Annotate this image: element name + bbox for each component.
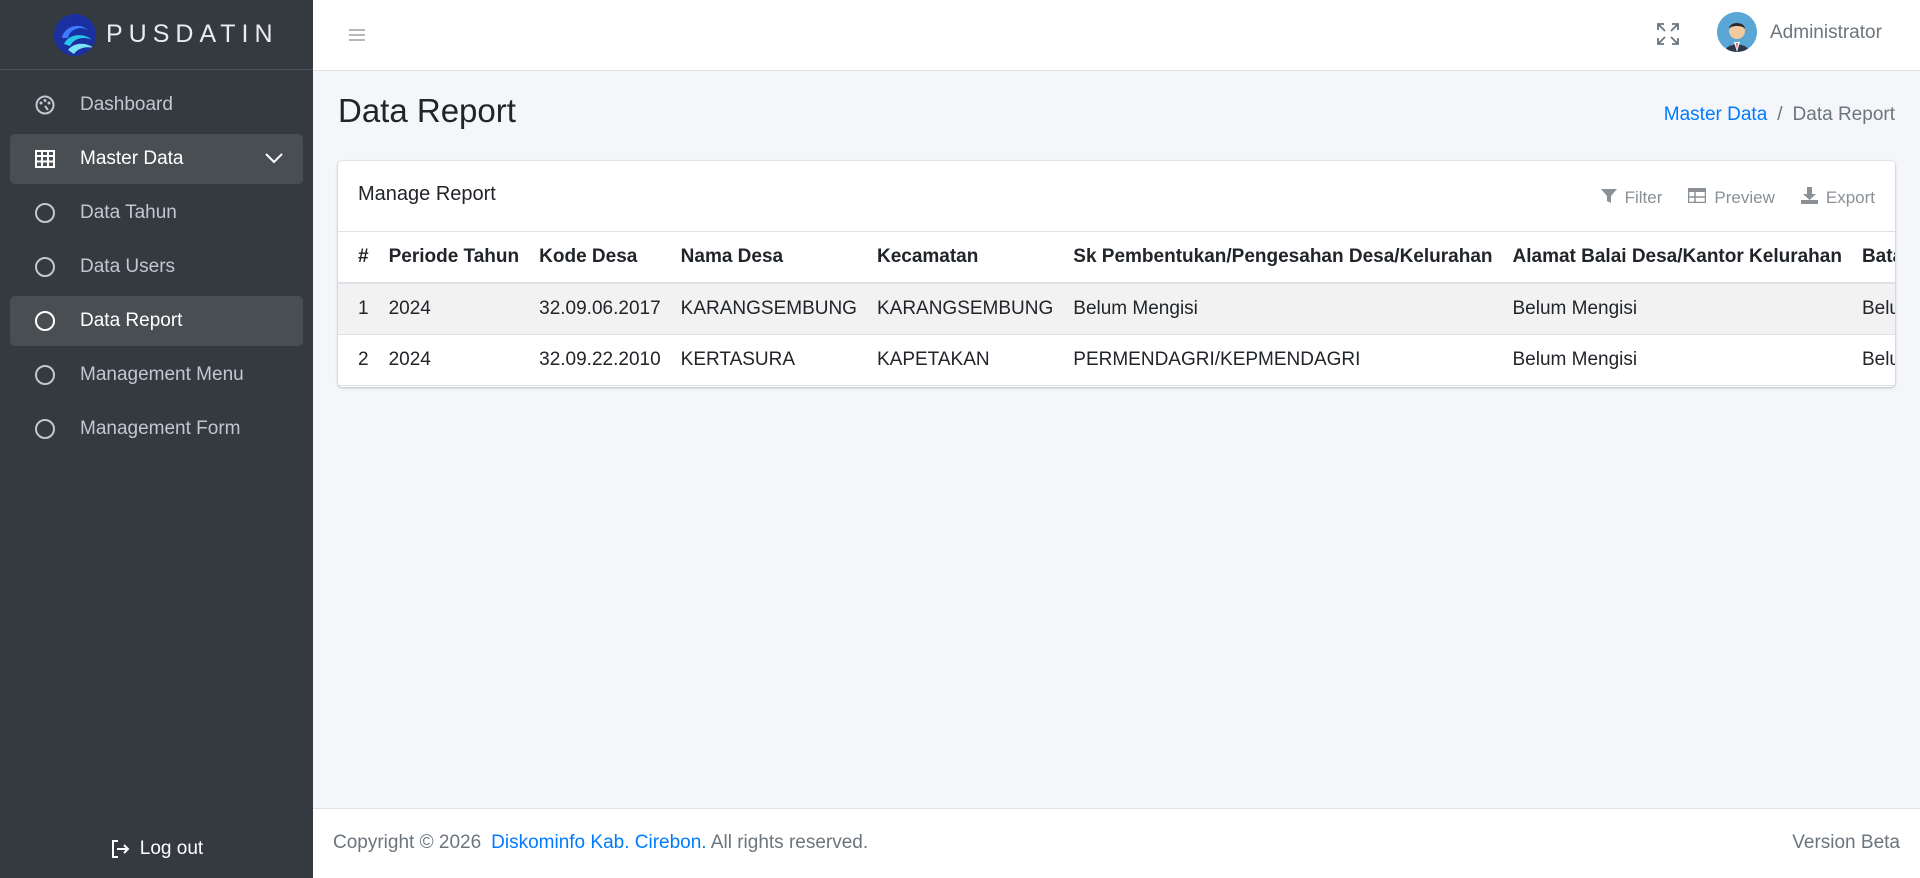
avatar[interactable]: [1717, 12, 1757, 52]
page-title: Data Report: [338, 92, 516, 129]
breadcrumb-master-data[interactable]: Master Data: [1664, 104, 1767, 126]
sidebar-item-label: Dashboard: [80, 94, 173, 115]
table-cell: KERTASURA: [670, 334, 867, 386]
circle-icon: [35, 257, 55, 277]
sidebar-item-dashboard[interactable]: Dashboard: [10, 80, 303, 130]
card-title: Manage Report: [358, 183, 496, 205]
sidebar-item-label: Data Tahun: [80, 202, 177, 223]
export-button[interactable]: Export: [1800, 187, 1875, 209]
logout-button[interactable]: Log out: [0, 838, 313, 860]
column-header[interactable]: Batas Utara: [1851, 232, 1895, 284]
filter-button[interactable]: Filter: [1600, 187, 1663, 209]
hamburger-icon[interactable]: [349, 25, 365, 45]
column-header[interactable]: Sk Pembentukan/Pengesahan Desa/Kelurahan: [1063, 232, 1503, 284]
table-icon: [34, 148, 56, 170]
brand[interactable]: PUSDATIN: [0, 0, 313, 70]
table-header-row: # Periode Tahun Kode Desa Nama Desa Keca…: [338, 232, 1895, 284]
sidebar-item-label: Data Report: [80, 310, 183, 331]
sidebar-item-label: Management Menu: [80, 364, 244, 385]
table-cell: 1: [338, 283, 379, 335]
user-name[interactable]: Administrator: [1770, 22, 1882, 44]
sidebar-item-master-data[interactable]: Master Data: [10, 134, 303, 184]
download-icon: [1800, 187, 1818, 209]
logout-icon: [110, 839, 130, 859]
sidebar-item-management-form[interactable]: Management Form: [10, 404, 303, 454]
table-cell: Belum Mengisi: [1502, 283, 1852, 335]
table-cell: Belum Mengisi: [1851, 334, 1895, 386]
sidebar-item-management-menu[interactable]: Management Menu: [10, 350, 303, 400]
fullscreen-icon[interactable]: [1656, 22, 1680, 51]
table-cell: 2024: [378, 283, 530, 335]
table-cell: KAPETAKAN: [866, 334, 1064, 386]
card-header: Manage Report Filter Preview Export: [338, 161, 1895, 232]
brand-logo-icon: [54, 13, 96, 56]
column-header[interactable]: Alamat Balai Desa/Kantor Kelurahan: [1502, 232, 1852, 284]
circle-icon: [35, 365, 55, 385]
card-tools: Filter Preview Export: [1600, 187, 1875, 209]
circle-icon: [35, 203, 55, 223]
sidebar-item-data-users[interactable]: Data Users: [10, 242, 303, 292]
table-cell: 2: [338, 334, 379, 386]
brand-name: PUSDATIN: [106, 20, 279, 48]
table-cell: KARANGSEMBUNG: [670, 283, 867, 335]
column-header[interactable]: Kecamatan: [866, 232, 1064, 284]
sidebar-nav: Dashboard Master Data Data Tahun Data Us…: [0, 70, 313, 454]
table-cell: 2024: [378, 334, 530, 386]
preview-button[interactable]: Preview: [1688, 187, 1775, 209]
table-cell: 32.09.22.2010: [529, 334, 671, 386]
sidebar-item-data-tahun[interactable]: Data Tahun: [10, 188, 303, 238]
sidebar-item-label: Management Form: [80, 418, 241, 439]
breadcrumb-separator: /: [1777, 104, 1783, 125]
column-header[interactable]: Periode Tahun: [378, 232, 530, 284]
footer-copyright: Copyright © 2026 Diskominfo Kab. Cirebon.…: [333, 832, 868, 854]
filter-icon: [1600, 188, 1617, 209]
table-row[interactable]: 2 2024 32.09.22.2010 KERTASURA KAPETAKAN…: [338, 334, 1895, 386]
report-card: Manage Report Filter Preview Export # Pe…: [338, 161, 1895, 387]
copyright-text: Copyright © 2026: [333, 832, 482, 853]
sidebar-item-data-report[interactable]: Data Report: [10, 296, 303, 346]
rights-text: All rights reserved.: [706, 832, 869, 853]
table-icon: [1688, 187, 1707, 208]
palette-icon: [34, 94, 56, 116]
chevron-down-icon: [265, 148, 283, 170]
export-label: Export: [1825, 188, 1875, 207]
circle-icon: [35, 311, 55, 331]
preview-label: Preview: [1714, 188, 1775, 207]
footer-org-link[interactable]: Diskominfo Kab. Cirebon.: [491, 832, 706, 853]
footer-version: Version Beta: [1792, 832, 1900, 853]
table-cell: PERMENDAGRI/KEPMENDAGRI: [1063, 334, 1503, 386]
breadcrumb: Master Data / Data Report: [1664, 104, 1895, 126]
top-navbar: Administrator: [313, 0, 1920, 71]
table-cell: Belum Mengisi: [1063, 283, 1503, 335]
filter-label: Filter: [1624, 188, 1663, 207]
footer: Copyright © 2026 Diskominfo Kab. Cirebon.…: [313, 808, 1920, 878]
report-table: # Periode Tahun Kode Desa Nama Desa Keca…: [338, 232, 1895, 386]
logout-label: Log out: [139, 838, 204, 859]
sidebar: PUSDATIN Dashboard Master Data Data Tahu…: [0, 0, 313, 878]
column-header[interactable]: Kode Desa: [529, 232, 671, 284]
sidebar-item-label: Master Data: [80, 148, 184, 169]
table-row[interactable]: 1 2024 32.09.06.2017 KARANGSEMBUNG KARAN…: [338, 283, 1895, 335]
table-cell: Belum Mengisi: [1851, 283, 1895, 335]
column-header[interactable]: #: [338, 232, 379, 284]
sidebar-item-label: Data Users: [80, 256, 176, 277]
column-header[interactable]: Nama Desa: [670, 232, 867, 284]
circle-icon: [35, 419, 55, 439]
table-cell: KARANGSEMBUNG: [866, 283, 1064, 335]
table-cell: 32.09.06.2017: [529, 283, 671, 335]
breadcrumb-current: Data Report: [1792, 104, 1895, 125]
table-cell: Belum Mengisi: [1502, 334, 1852, 386]
